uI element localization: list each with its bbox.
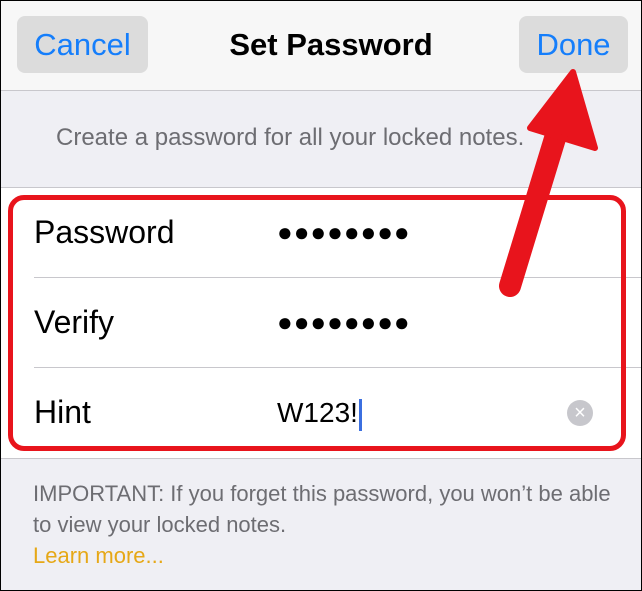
hint-row[interactable]: Hint W123! × <box>1 368 641 457</box>
password-form: Password ●●●●●●●● Verify ●●●●●●●● Hint W… <box>1 187 641 459</box>
cancel-button[interactable]: Cancel <box>17 16 148 73</box>
hint-label: Hint <box>34 394 91 430</box>
section-header: Create a password for all your locked no… <box>56 124 525 151</box>
important-note-text: IMPORTANT: If you forget this password, … <box>33 481 611 537</box>
password-field[interactable]: ●●●●●●●● <box>277 188 411 277</box>
password-row[interactable]: Password ●●●●●●●● <box>1 188 641 277</box>
verify-label: Verify <box>34 304 115 340</box>
verify-row[interactable]: Verify ●●●●●●●● <box>1 278 641 367</box>
verify-field[interactable]: ●●●●●●●● <box>277 278 411 367</box>
page-title: Set Password <box>229 27 433 62</box>
learn-more-link[interactable]: Learn more... <box>33 543 164 568</box>
clear-text-icon[interactable]: × <box>567 400 593 426</box>
password-label: Password <box>34 214 175 250</box>
hint-field-text: W123! <box>277 397 358 428</box>
footer-note: IMPORTANT: If you forget this password, … <box>33 478 613 571</box>
navigation-bar: Cancel Set Password Done <box>1 1 641 91</box>
done-button[interactable]: Done <box>519 16 628 73</box>
text-cursor <box>358 398 362 431</box>
hint-field[interactable]: W123! <box>277 368 362 457</box>
